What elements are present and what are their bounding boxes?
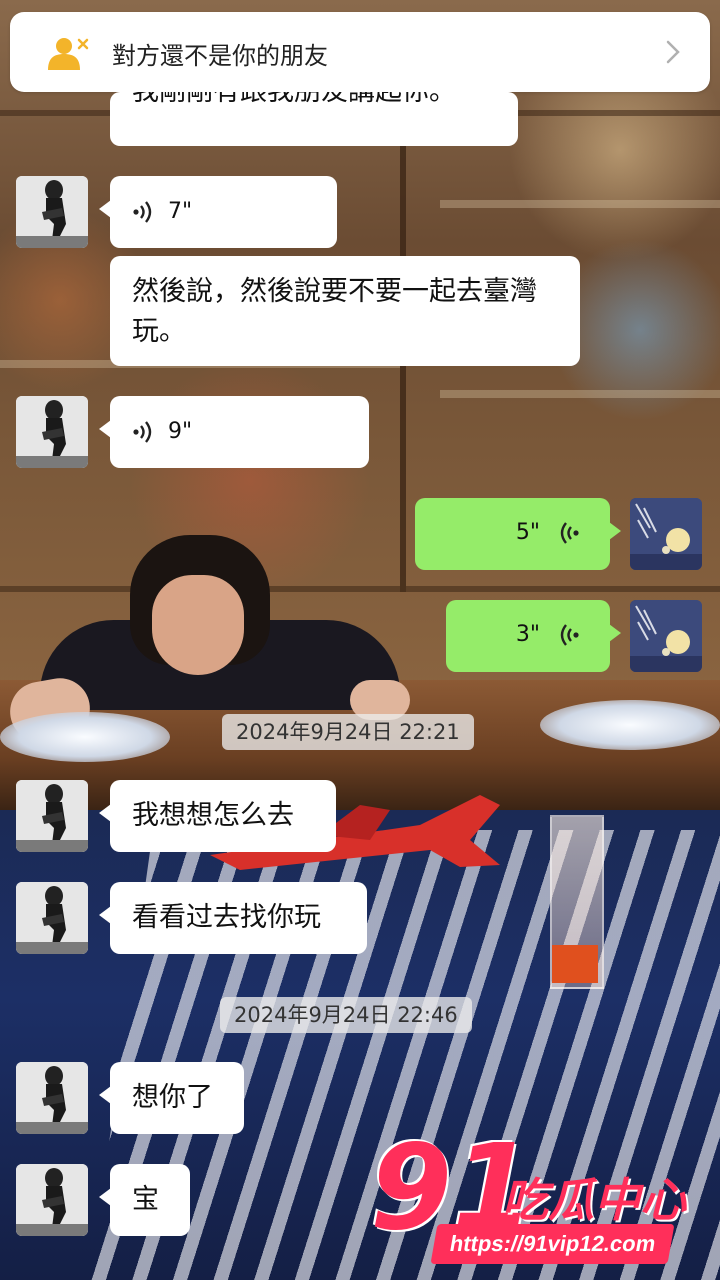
contact-avatar[interactable]: [16, 1164, 88, 1236]
message-text: 我想想怎么去: [132, 800, 294, 831]
incoming-text-message[interactable]: 宝: [99, 1164, 190, 1236]
contact-avatar[interactable]: [16, 176, 88, 248]
watermark-url: https://91vip12.com: [430, 1224, 675, 1264]
message-text: 看看过去找你玩: [132, 902, 321, 933]
watermark-brand: 吃瓜中心: [502, 1173, 686, 1227]
background-plate: [540, 700, 720, 750]
voice-duration: 9": [168, 419, 193, 444]
incoming-voice-message[interactable]: 7": [99, 176, 337, 248]
contact-avatar[interactable]: [16, 1062, 88, 1134]
contact-avatar[interactable]: [16, 396, 88, 468]
my-avatar[interactable]: [630, 498, 702, 570]
background-person-face: [152, 575, 244, 675]
background-plate: [0, 712, 170, 762]
message-text: 想你了: [132, 1082, 213, 1113]
avatar-image: [16, 882, 88, 954]
site-watermark: 91 吃瓜中心 https://91vip12.com: [370, 1128, 710, 1268]
not-friend-banner[interactable]: 對方還不是你的朋友: [10, 12, 710, 92]
avatar-image: [630, 600, 702, 672]
voice-wave-icon: [133, 201, 152, 223]
not-friend-text: 對方還不是你的朋友: [112, 42, 328, 70]
voice-wave-icon: [560, 522, 579, 544]
outgoing-voice-message[interactable]: 5": [415, 498, 621, 570]
outgoing-voice-message[interactable]: 3": [446, 600, 621, 672]
contact-avatar[interactable]: [16, 780, 88, 852]
voice-wave-icon: [133, 421, 152, 443]
background-glass-liquid: [552, 945, 598, 983]
avatar-image: [16, 780, 88, 852]
voice-duration: 7": [168, 199, 193, 224]
person-not-friend-icon: [48, 38, 89, 70]
chat-timestamp: 2024年9月24日 22:46: [220, 997, 472, 1033]
contact-avatar[interactable]: [16, 882, 88, 954]
background-shelf: [440, 200, 720, 208]
message-text: 宝: [132, 1184, 159, 1215]
chevron-right-icon: [666, 40, 680, 64]
my-avatar[interactable]: [630, 600, 702, 672]
background-shelf: [440, 390, 720, 398]
voice-duration: 3": [515, 622, 540, 647]
avatar-image: [16, 1062, 88, 1134]
message-text: 我剛剛有跟我朋友講起你。: [132, 92, 496, 112]
incoming-text-message[interactable]: 然後說，然後說要不要一起去臺灣玩。: [110, 256, 580, 366]
avatar-image: [16, 1164, 88, 1236]
incoming-text-message[interactable]: 我剛剛有跟我朋友講起你。: [110, 92, 518, 146]
voice-wave-icon: [560, 624, 579, 646]
incoming-text-message[interactable]: 看看过去找你玩: [99, 882, 367, 954]
avatar-image: [630, 498, 702, 570]
incoming-text-message[interactable]: 想你了: [99, 1062, 244, 1134]
avatar-image: [16, 176, 88, 248]
voice-duration: 5": [515, 520, 540, 545]
avatar-image: [16, 396, 88, 468]
message-text: 然後說，然後說要不要一起去臺灣玩。: [132, 276, 537, 347]
incoming-voice-message[interactable]: 9": [99, 396, 369, 468]
incoming-text-message[interactable]: 我想想怎么去: [99, 780, 336, 852]
chat-timestamp: 2024年9月24日 22:21: [222, 714, 474, 750]
